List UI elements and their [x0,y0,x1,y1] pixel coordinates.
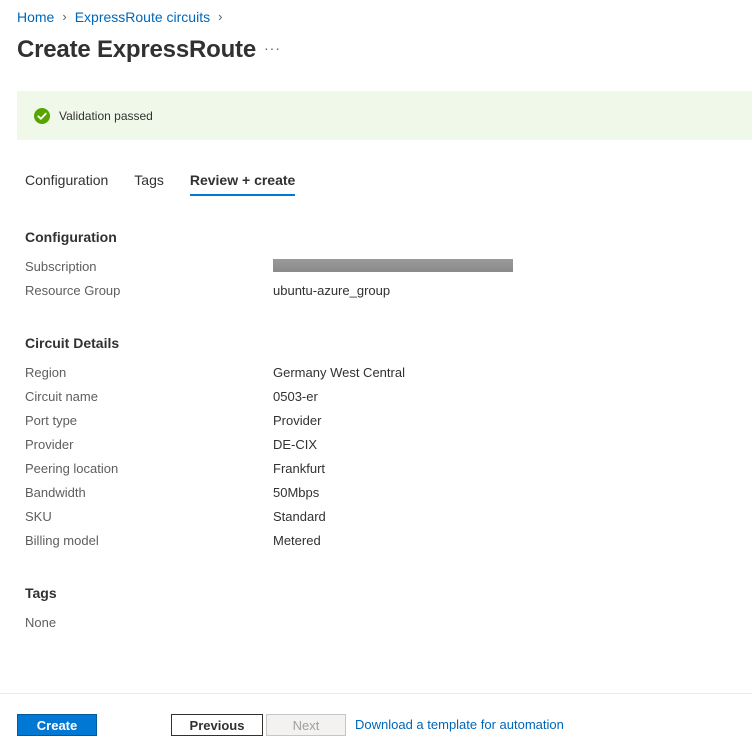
summary-label: Resource Group [25,283,121,298]
page-title: Create ExpressRoute [17,36,256,63]
summary-value: 50Mbps [273,485,320,500]
summary-label: Subscription [25,259,97,274]
section-title-tags: Tags [25,585,57,601]
summary-label: Bandwidth [25,485,86,500]
section-title-configuration: Configuration [25,229,117,245]
summary-value: ubuntu-azure_group [273,283,391,298]
validation-banner: Validation passed [17,91,752,140]
tab-review-create[interactable]: Review + create [189,168,296,196]
redacted-subscription-block [273,259,513,272]
create-expressroute-page: Home › ExpressRoute circuits › Create Ex… [0,0,752,755]
breadcrumb: Home › ExpressRoute circuits › [17,8,230,26]
tab-tags[interactable]: Tags [134,168,164,196]
validation-message: Validation passed [59,108,153,123]
footer-divider [0,693,752,694]
summary-value: Metered [273,533,321,548]
summary-label: SKU [25,509,52,524]
previous-button[interactable]: Previous [171,714,263,736]
breadcrumb-expressroute-circuits-link[interactable]: ExpressRoute circuits [75,8,210,26]
summary-label: Circuit name [25,389,98,404]
summary-value: Standard [273,509,326,524]
chevron-right-icon: › [218,9,223,24]
check-circle-icon [34,107,50,124]
breadcrumb-home-link[interactable]: Home [17,8,54,26]
download-template-link[interactable]: Download a template for automation [355,717,564,732]
tab-bar: Configuration Tags Review + create [25,168,321,196]
chevron-right-icon: › [62,9,67,24]
tags-value: None [25,615,57,630]
summary-label: Region [25,365,67,380]
summary-label: Provider [25,437,74,452]
section-title-circuit-details: Circuit Details [25,335,120,351]
summary-value: Germany West Central [273,365,405,380]
summary-label: Billing model [25,533,99,548]
create-button[interactable]: Create [17,714,97,736]
summary-label: Port type [25,413,78,428]
summary-value: Frankfurt [273,461,326,476]
more-options-icon[interactable]: ··· [264,40,281,56]
summary-value: 0503-er [273,389,318,404]
next-button[interactable]: Next [266,714,346,736]
tab-configuration[interactable]: Configuration [25,168,108,196]
summary-label: Peering location [25,461,119,476]
summary-value: DE-CIX [273,437,318,452]
summary-value: Provider [273,413,322,428]
